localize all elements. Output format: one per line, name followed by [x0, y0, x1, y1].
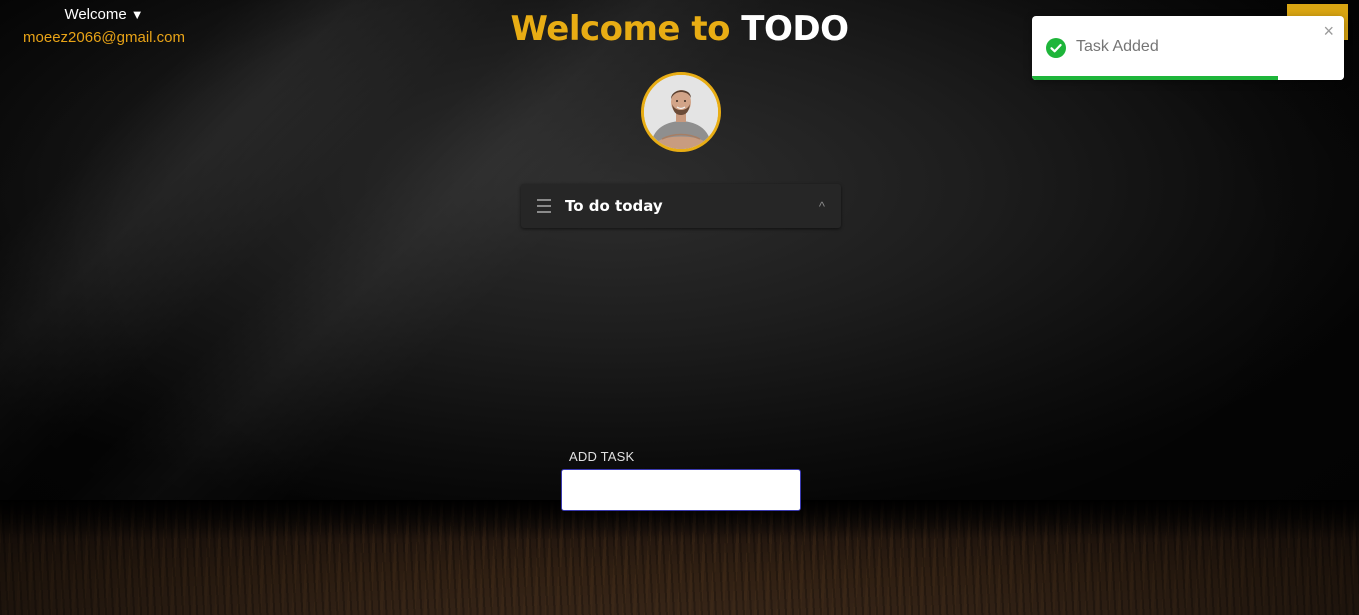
app-root: Welcome ▼ moeez2066@gmail.com Welcome to… — [0, 0, 1359, 615]
accordion-to-do-today[interactable]: To do today ^ — [521, 184, 841, 228]
background-floor — [0, 500, 1359, 615]
menu-icon — [537, 199, 551, 213]
add-task-input[interactable] — [561, 469, 801, 511]
toast-progress-bar — [1032, 76, 1279, 80]
accordion-title: To do today — [565, 197, 663, 215]
add-task-form: ADD TASK — [561, 449, 801, 511]
toast-progress-track — [1032, 76, 1344, 80]
page-title-accent: Welcome to — [510, 9, 730, 49]
check-circle-icon — [1046, 38, 1066, 58]
page-title-main: TODO — [741, 9, 849, 49]
add-task-label: ADD TASK — [569, 449, 635, 464]
avatar — [641, 72, 721, 152]
toast-notification: Task Added × — [1032, 16, 1344, 80]
user-photo-icon — [644, 75, 718, 149]
chevron-up-icon[interactable]: ^ — [819, 199, 825, 214]
toast-message: Task Added — [1076, 38, 1159, 55]
close-icon[interactable]: × — [1323, 22, 1334, 40]
